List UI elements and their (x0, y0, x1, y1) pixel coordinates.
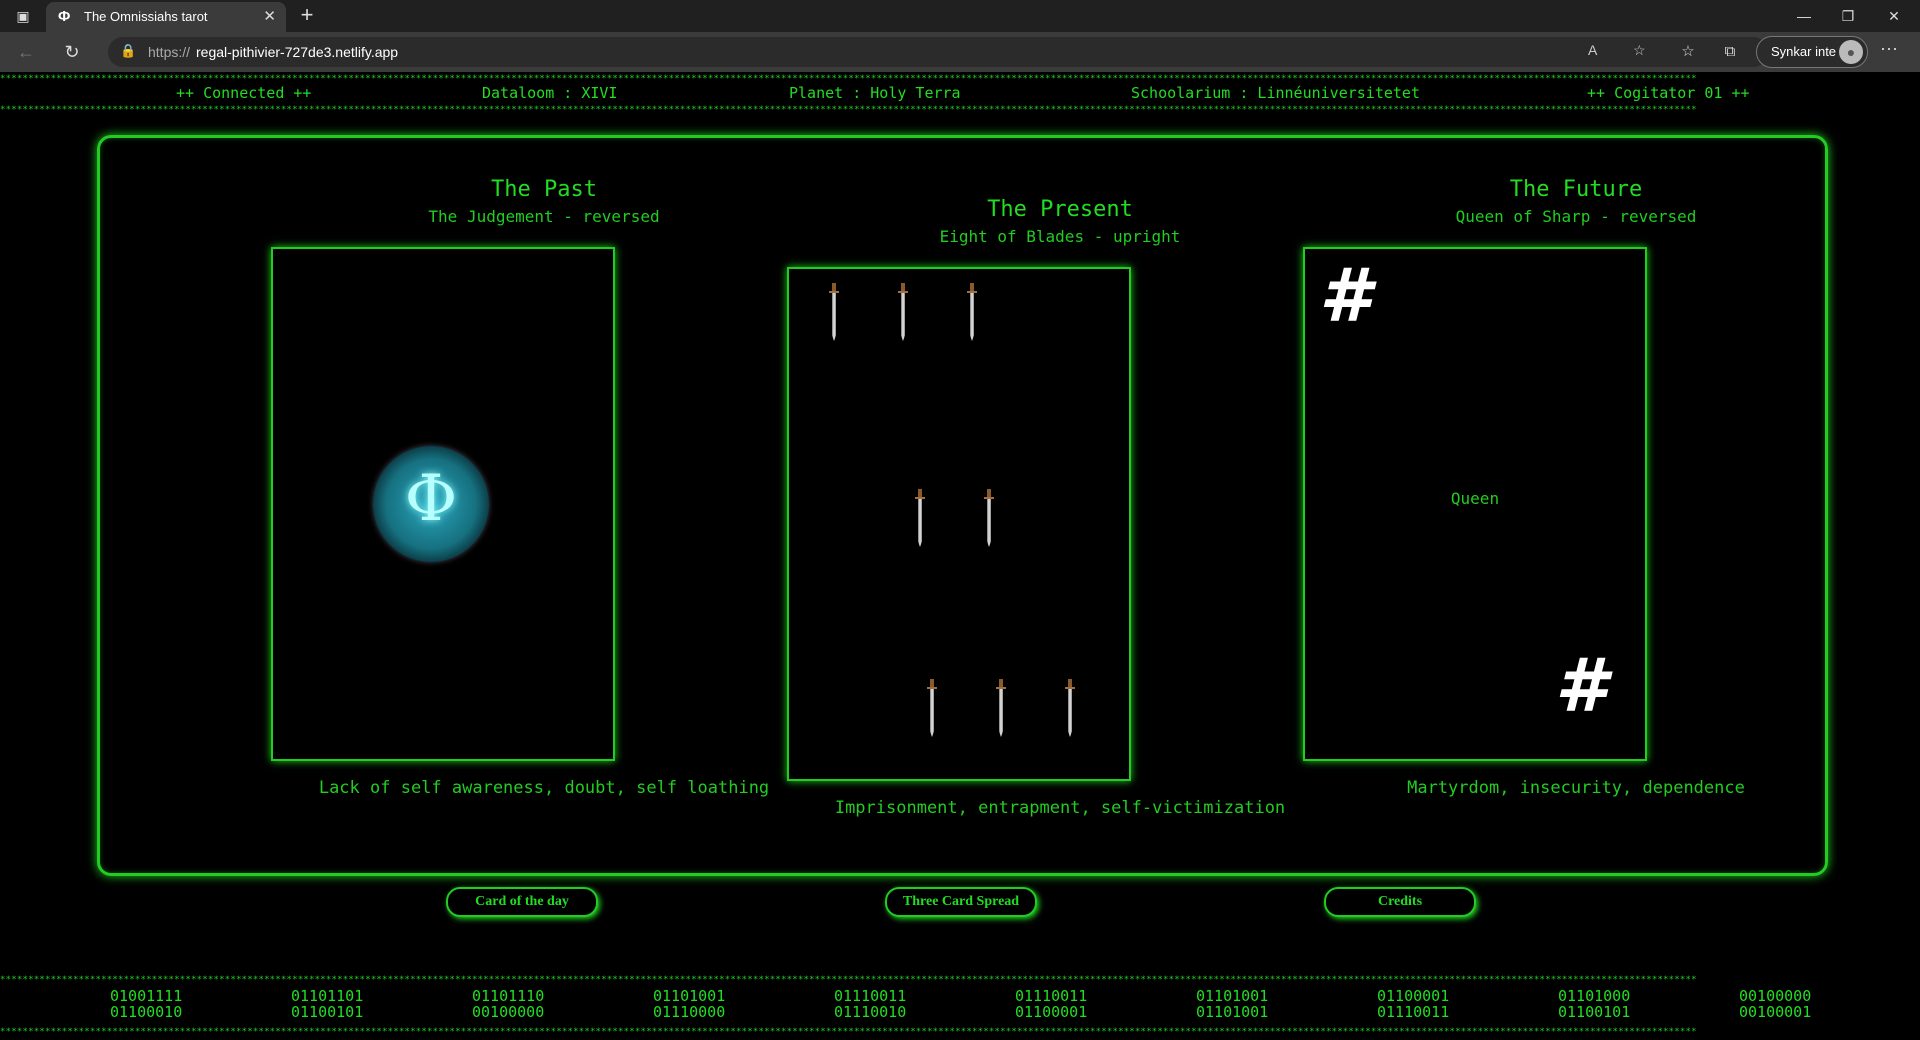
binary-column: 01101001 01101001 (1196, 987, 1269, 1021)
sword-icon (967, 283, 977, 343)
status-schoolarium: Schoolarium : Linnéuniversitetet (1131, 84, 1420, 102)
browser-tab[interactable]: Φ The Omnissiahs tarot ✕ (46, 2, 286, 32)
sword-icon (984, 489, 994, 549)
sync-label: Synkar inte (1771, 44, 1837, 59)
three-card-spread-button[interactable]: Three Card Spread (885, 887, 1037, 917)
binary-column: 01101110 00100000 (472, 987, 545, 1021)
refresh-icon[interactable]: ↻ (58, 38, 86, 66)
lock-icon[interactable]: 🔒 (120, 43, 136, 59)
future-card-name: Queen of Sharp - reversed (1455, 207, 1697, 226)
present-description: Imprisonment, entrapment, self-victimiza… (834, 798, 1286, 818)
past-description: Lack of self awareness, doubt, self loat… (318, 778, 770, 798)
window-close-icon[interactable]: ✕ (1872, 0, 1916, 32)
card-of-the-day-button[interactable]: Card of the day (446, 887, 598, 917)
binary-column: 01110011 01110010 (834, 987, 907, 1021)
collections-icon[interactable]: ⧉ (1716, 38, 1744, 66)
three-card-spread: The Past The Judgement - reversed Φ Lack… (97, 135, 1828, 876)
future-slot: The Future Queen of Sharp - reversed (1316, 177, 1836, 226)
tab-close-icon[interactable]: ✕ (263, 7, 276, 25)
past-card-name: The Judgement - reversed (428, 207, 660, 226)
future-description: Martyrdom, insecurity, dependence (1407, 778, 1745, 798)
sync-profile-button[interactable]: Synkar inte ● (1756, 36, 1868, 68)
binary-column: 01101001 01110000 (653, 987, 726, 1021)
binary-column: 01101000 01100101 (1558, 987, 1631, 1021)
present-title: The Present (987, 197, 1133, 222)
status-planet: Planet : Holy Terra (789, 84, 961, 102)
sword-icon (915, 489, 925, 549)
page: ****************************************… (0, 72, 1920, 1040)
past-slot: The Past The Judgement - reversed (284, 177, 804, 226)
browser-titlebar: ▣ Φ The Omnissiahs tarot ✕ + — ❐ ✕ (0, 0, 1920, 32)
status-cogitator: ++ Cogitator 01 ++ (1587, 84, 1750, 102)
sword-icon (1065, 679, 1075, 739)
future-title: The Future (1509, 177, 1643, 202)
star-divider-lower: ****************************************… (0, 975, 1697, 985)
address-bar[interactable]: 🔒 https:// regal-pithivier-727de3.netlif… (108, 37, 1768, 67)
binary-column: 01110011 01100001 (1015, 987, 1088, 1021)
binary-column: 01100001 01110011 (1377, 987, 1450, 1021)
favicon-icon: Φ (58, 8, 71, 25)
present-card[interactable] (787, 267, 1131, 781)
present-card-name: Eight of Blades - upright (939, 227, 1181, 246)
url-protocol: https:// (148, 44, 191, 60)
new-tab-button[interactable]: + (294, 3, 320, 29)
url-host: regal-pithivier-727de3.netlify.app (196, 44, 399, 60)
restore-icon[interactable]: ❐ (1826, 0, 1870, 32)
status-dataloom: Dataloom : XIVI (482, 84, 618, 102)
favorites-icon[interactable]: ☆ (1674, 38, 1702, 66)
future-card[interactable]: # Queen # (1303, 247, 1647, 761)
present-slot: The Present Eight of Blades - upright (800, 197, 1320, 246)
sword-icon (996, 679, 1006, 739)
tab-actions-icon[interactable]: ▣ (8, 4, 38, 28)
status-bar: ++ Connected ++ Dataloom : XIVI Planet :… (0, 84, 1920, 104)
binary-column: 00100000 00100001 (1739, 987, 1812, 1021)
minimize-icon[interactable]: — (1782, 0, 1826, 32)
back-icon[interactable]: ← (12, 38, 40, 66)
star-divider-bottom: ****************************************… (0, 1027, 1697, 1037)
star-divider-top: ****************************************… (0, 74, 1697, 84)
more-menu-icon[interactable]: ··· (1880, 38, 1898, 59)
binary-column: 01001111 01100010 (110, 987, 183, 1021)
omnissiah-emblem-icon: Φ (373, 446, 489, 562)
star-divider-upper: ****************************************… (0, 105, 1697, 115)
past-card[interactable]: Φ (271, 247, 615, 761)
phi-glyph: Φ (404, 462, 458, 536)
sword-icon (898, 283, 908, 343)
hash-symbol-bottom: # (1555, 643, 1607, 729)
sword-icon (927, 679, 937, 739)
binary-footer: 01001111 01100010 01101101 01100101 011011… (0, 988, 1920, 1022)
hash-symbol-top: # (1319, 253, 1371, 339)
queen-label: Queen (1450, 489, 1500, 508)
past-title: The Past (491, 177, 597, 202)
tab-title: The Omnissiahs tarot (84, 9, 208, 24)
browser-toolbar: ← ↻ 🔒 https:// regal-pithivier-727de3.ne… (0, 32, 1920, 72)
credits-button[interactable]: Credits (1324, 887, 1476, 917)
status-connected: ++ Connected ++ (176, 84, 312, 102)
binary-column: 01101101 01100101 (291, 987, 364, 1021)
avatar-icon: ● (1839, 40, 1863, 64)
sword-icon (829, 283, 839, 343)
read-aloud-icon[interactable]: A (1588, 42, 1597, 58)
favorite-add-icon[interactable]: ☆ (1633, 42, 1646, 59)
